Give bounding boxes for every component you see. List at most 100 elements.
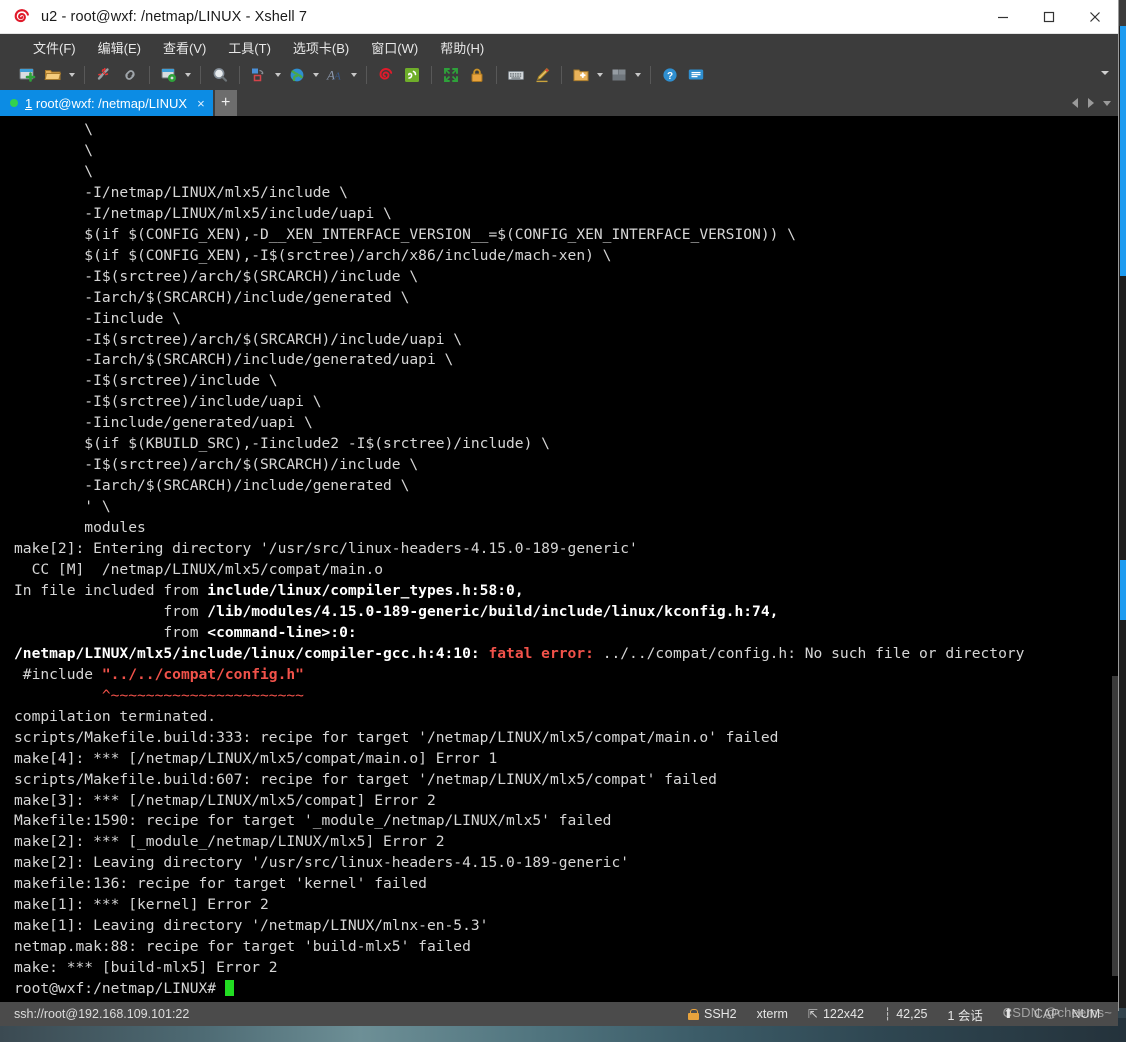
terminal-segment: makefile:136: recipe for target 'kernel'… [14, 875, 427, 893]
terminal-segment: $(if $(CONFIG_XEN),-D__XEN_INTERFACE_VER… [14, 225, 796, 243]
tab-root-netmap-linux[interactable]: 1 root@wxf: /netmap/LINUX × [0, 90, 213, 116]
find-icon[interactable] [207, 63, 233, 87]
prev-tab-arrow-icon[interactable] [1068, 90, 1082, 116]
status-cursor-label: 42,25 [896, 1007, 928, 1021]
fullscreen-icon[interactable] [438, 63, 464, 87]
lock-icon[interactable] [464, 63, 490, 87]
menu-tabs[interactable]: 选项卡(B) [282, 35, 360, 60]
terminal-line: Makefile:1590: recipe for target '_modul… [14, 811, 1118, 832]
terminal-segment: -Iarch/$(SRCARCH)/include/generated \ [14, 477, 410, 495]
session-properties-chevron-down-icon[interactable] [182, 63, 194, 87]
status-sessions[interactable]: 1 会话 [937, 1005, 992, 1024]
terminal-line: scripts/Makefile.build:607: recipe for t… [14, 770, 1118, 791]
terminal-segment: modules [14, 519, 146, 537]
terminal-line: $(if $(CONFIG_XEN),-D__XEN_INTERFACE_VER… [14, 225, 1118, 246]
open-folder-chevron-down-icon[interactable] [66, 63, 78, 87]
terminal-segment: make: *** [build-mlx5] Error 2 [14, 959, 278, 977]
terminal-line: from <command-line>:0: [14, 623, 1118, 644]
terminal-scrollbar-thumb[interactable] [1112, 676, 1118, 976]
minimize-button[interactable] [980, 0, 1026, 33]
terminal-segment: from [14, 623, 208, 641]
session-properties-icon[interactable] [156, 63, 182, 87]
terminal-segment: -I$(srctree)/arch/$(SRCARCH)/include/uap… [14, 330, 463, 348]
tab-close-icon[interactable]: × [197, 96, 205, 111]
menu-view[interactable]: 查看(V) [152, 35, 217, 60]
terminal-line: root@wxf:/netmap/LINUX# [14, 979, 1118, 1000]
tab-list-chevron-down-icon[interactable] [1100, 90, 1114, 116]
terminal-segment: -Iarch/$(SRCARCH)/include/generated/uapi… [14, 351, 454, 369]
layout-chevron-down-icon[interactable] [272, 63, 284, 87]
cursor-pos-icon: ┆ [883, 1007, 892, 1021]
next-tab-arrow-icon[interactable] [1084, 90, 1098, 116]
terminal-line: In file included from include/linux/comp… [14, 581, 1118, 602]
terminal-segment: -I$(srctree)/arch/$(SRCARCH)/include \ [14, 456, 419, 474]
help-icon[interactable]: ? [657, 63, 683, 87]
terminal-segment: scripts/Makefile.build:607: recipe for t… [14, 770, 717, 788]
globe-chevron-down-icon[interactable] [310, 63, 322, 87]
window-title: u2 - root@wxf: /netmap/LINUX - Xshell 7 [41, 8, 308, 25]
terminal-segment: scripts/Makefile.build:333: recipe for t… [14, 728, 779, 746]
terminal-segment: compilation terminated. [14, 707, 217, 725]
terminal-line: -I$(srctree)/arch/$(SRCARCH)/include \ [14, 455, 1118, 476]
disconnect-icon[interactable] [91, 63, 117, 87]
close-button[interactable] [1072, 0, 1118, 33]
status-terminal-type[interactable]: xterm [747, 1007, 798, 1021]
terminal-segment: \ [14, 141, 94, 159]
keyboard-icon[interactable] [503, 63, 529, 87]
xshell-spiral-icon [12, 7, 32, 27]
menu-window[interactable]: 窗口(W) [360, 35, 429, 60]
toolbar-separator [149, 66, 150, 84]
terminal-scrollbar[interactable] [1112, 116, 1118, 1002]
green-dot-icon [10, 99, 18, 107]
chat-icon[interactable] [683, 63, 709, 87]
maximize-button[interactable] [1026, 0, 1072, 33]
globe-encoding-icon[interactable] [284, 63, 310, 87]
resize-icon: ⇱ [807, 1007, 818, 1021]
svg-text:A: A [333, 71, 341, 83]
arrange-chevron-down-icon[interactable] [632, 63, 644, 87]
toolbar-chevron-down-icon[interactable] [1098, 71, 1112, 75]
new-session-icon[interactable] [14, 63, 40, 87]
arrange-icon[interactable] [606, 63, 632, 87]
terminal-line: ^~~~~~~~~~~~~~~~~~~~~~~ [14, 686, 1118, 707]
terminal-line: -I$(srctree)/arch/$(SRCARCH)/include \ [14, 267, 1118, 288]
add-folder-chevron-down-icon[interactable] [594, 63, 606, 87]
font-icon[interactable]: A A [322, 63, 348, 87]
terminal-segment: root@wxf:/netmap/LINUX# [14, 980, 225, 998]
terminal-line: make[1]: Leaving directory '/netmap/LINU… [14, 916, 1118, 937]
terminal-line: $(if $(KBUILD_SRC),-Iinclude2 -I$(srctre… [14, 434, 1118, 455]
menu-edit[interactable]: 编辑(E) [87, 35, 152, 60]
xftp-icon[interactable] [399, 63, 425, 87]
terminal-line: -I$(srctree)/include/uapi \ [14, 392, 1118, 413]
new-tab-button[interactable]: + [214, 90, 237, 116]
toolbar-overflow[interactable] [1098, 60, 1112, 90]
status-size[interactable]: ⇱ 122x42 [798, 1007, 874, 1021]
terminal-line: -Iarch/$(SRCARCH)/include/generated \ [14, 288, 1118, 309]
menu-file[interactable]: 文件(F) [22, 35, 87, 60]
menu-tools[interactable]: 工具(T) [217, 35, 282, 60]
terminal-line: /netmap/LINUX/mlx5/include/linux/compile… [14, 644, 1118, 665]
add-folder-icon[interactable] [568, 63, 594, 87]
menu-help[interactable]: 帮助(H) [429, 35, 495, 60]
status-cursor-position[interactable]: ┆ 42,25 [874, 1007, 938, 1021]
highlight-pen-icon[interactable] [529, 63, 555, 87]
open-folder-icon[interactable] [40, 63, 66, 87]
terminal-text: \ \ \ -I/netmap/LINUX/mlx5/include \ -I/… [0, 116, 1118, 1000]
terminal-line: $(if $(CONFIG_XEN),-I$(srctree)/arch/x86… [14, 246, 1118, 267]
terminal-segment: -I/netmap/LINUX/mlx5/include \ [14, 183, 348, 201]
xshell-icon[interactable] [373, 63, 399, 87]
terminal-line: make[4]: *** [/netmap/LINUX/mlx5/compat/… [14, 749, 1118, 770]
terminal-line: #include "../../compat/config.h" [14, 665, 1118, 686]
terminal-segment: make[4]: *** [/netmap/LINUX/mlx5/compat/… [14, 749, 498, 767]
reconnect-icon[interactable] [117, 63, 143, 87]
terminal-output-area[interactable]: \ \ \ -I/netmap/LINUX/mlx5/include \ -I/… [0, 116, 1118, 1002]
terminal-line: netmap.mak:88: recipe for target 'build-… [14, 937, 1118, 958]
terminal-segment: make[2]: *** [_module_/netmap/LINUX/mlx5… [14, 833, 445, 851]
terminal-line: modules [14, 518, 1118, 539]
terminal-line: from /lib/modules/4.15.0-189-generic/bui… [14, 602, 1118, 623]
font-chevron-down-icon[interactable] [348, 63, 360, 87]
status-protocol[interactable]: SSH2 [678, 1007, 747, 1021]
title-bar[interactable]: u2 - root@wxf: /netmap/LINUX - Xshell 7 [0, 0, 1118, 34]
terminal-segment: make[3]: *** [/netmap/LINUX/mlx5/compat]… [14, 791, 436, 809]
layout-icon[interactable] [246, 63, 272, 87]
